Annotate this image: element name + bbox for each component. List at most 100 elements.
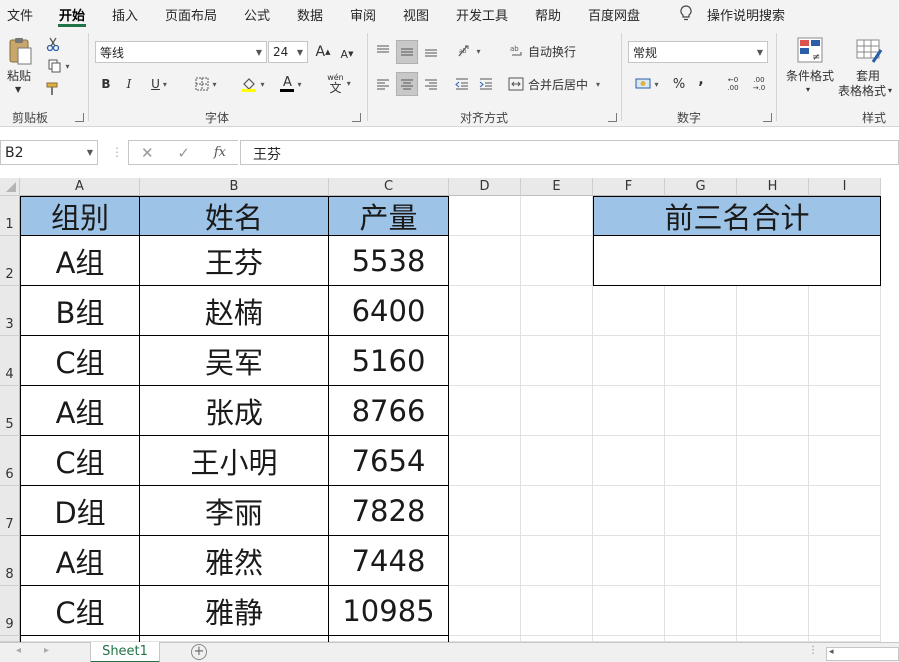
row-header-2[interactable]: 2: [0, 236, 20, 286]
summary-header[interactable]: 前三名合计: [593, 196, 881, 236]
row-header-6[interactable]: 6: [0, 436, 20, 486]
table-cell[interactable]: 7828: [329, 486, 449, 536]
insert-function-icon[interactable]: fx: [214, 145, 226, 160]
cell[interactable]: [737, 386, 809, 436]
cell[interactable]: [449, 286, 521, 336]
row-header-1[interactable]: 1: [0, 196, 20, 236]
column-header-h[interactable]: H: [737, 178, 809, 196]
paste-dropdown-caret[interactable]: ▼: [15, 83, 21, 97]
table-cell[interactable]: 赵楠: [140, 286, 329, 336]
cell[interactable]: [449, 236, 521, 286]
scroll-left-icon[interactable]: ◂: [16, 645, 21, 656]
cell[interactable]: [449, 386, 521, 436]
table-cell[interactable]: A组: [20, 386, 140, 436]
comma-style-button[interactable]: ,: [694, 69, 708, 91]
menu-formulas[interactable]: 公式: [244, 5, 270, 24]
align-middle-icon[interactable]: [396, 40, 418, 64]
clipboard-launcher-icon[interactable]: [75, 113, 84, 122]
menu-help[interactable]: 帮助: [535, 5, 561, 24]
increase-indent-icon[interactable]: [476, 73, 496, 95]
cut-icon[interactable]: [44, 36, 62, 52]
number-format-select[interactable]: 常规 ▼: [628, 41, 768, 63]
cell[interactable]: [665, 436, 737, 486]
table-cell[interactable]: C组: [20, 586, 140, 636]
cell[interactable]: [809, 486, 881, 536]
row-header-5[interactable]: 5: [0, 386, 20, 436]
cell[interactable]: [665, 336, 737, 386]
cell[interactable]: [737, 536, 809, 586]
cell[interactable]: [449, 196, 521, 236]
cell[interactable]: [809, 286, 881, 336]
cell[interactable]: [449, 536, 521, 586]
accounting-format-button[interactable]: ▾: [630, 73, 664, 95]
merge-center-button[interactable]: 合并后居中 ▾: [508, 73, 610, 95]
align-center-icon[interactable]: [396, 72, 418, 96]
table-cell[interactable]: 10985: [329, 586, 449, 636]
alignment-launcher-icon[interactable]: [608, 113, 617, 122]
cell[interactable]: [809, 336, 881, 386]
cell[interactable]: [593, 486, 665, 536]
cell[interactable]: [809, 436, 881, 486]
cell[interactable]: [521, 436, 593, 486]
menu-view[interactable]: 视图: [403, 5, 429, 24]
table-cell[interactable]: B组: [20, 286, 140, 336]
wrap-text-button[interactable]: ab 自动换行: [510, 40, 580, 62]
borders-button[interactable]: ▾: [190, 74, 222, 94]
cell[interactable]: [593, 536, 665, 586]
table-cell[interactable]: 6400: [329, 286, 449, 336]
table-cell[interactable]: 5538: [329, 236, 449, 286]
column-header-c[interactable]: C: [329, 178, 449, 196]
select-all-corner[interactable]: [0, 178, 20, 196]
conditional-formatting-label[interactable]: 条件格式: [786, 69, 834, 83]
align-left-icon[interactable]: [373, 73, 393, 95]
table-cell[interactable]: 张成: [140, 386, 329, 436]
decrease-decimal-button[interactable]: .00 →.0: [748, 73, 770, 95]
cell[interactable]: [521, 486, 593, 536]
orientation-button[interactable]: ab ▾: [452, 40, 486, 62]
chevron-down-icon[interactable]: ▾: [888, 84, 892, 98]
column-header-g[interactable]: G: [665, 178, 737, 196]
summary-value-cell[interactable]: [593, 236, 881, 286]
cell[interactable]: [665, 586, 737, 636]
fill-color-button[interactable]: ▾: [236, 74, 270, 94]
format-as-table-icon[interactable]: [854, 35, 884, 65]
table-cell[interactable]: 王芬: [140, 236, 329, 286]
row-header-8[interactable]: 8: [0, 536, 20, 586]
table-cell[interactable]: 李丽: [140, 486, 329, 536]
cell[interactable]: [665, 386, 737, 436]
format-as-table-label-line1[interactable]: 套用: [856, 69, 880, 83]
cell[interactable]: [809, 586, 881, 636]
format-as-table-label-line2[interactable]: 表格格式: [838, 84, 886, 98]
column-header-i[interactable]: I: [809, 178, 881, 196]
sheet-tab-sheet1[interactable]: Sheet1: [90, 642, 160, 662]
cell[interactable]: [809, 536, 881, 586]
table-cell[interactable]: C组: [20, 436, 140, 486]
header-name[interactable]: 姓名: [140, 196, 329, 236]
scroll-right-icon[interactable]: ▸: [44, 645, 49, 656]
cell[interactable]: [593, 386, 665, 436]
cell[interactable]: [737, 436, 809, 486]
cell[interactable]: [665, 286, 737, 336]
cell[interactable]: [521, 196, 593, 236]
table-cell[interactable]: 7654: [329, 436, 449, 486]
name-box[interactable]: B2 ▼: [0, 140, 98, 165]
header-group[interactable]: 组别: [20, 196, 140, 236]
cell[interactable]: [593, 586, 665, 636]
column-header-a[interactable]: A: [20, 178, 140, 196]
percent-style-button[interactable]: %: [670, 73, 688, 95]
cell[interactable]: [737, 336, 809, 386]
table-cell[interactable]: 5160: [329, 336, 449, 386]
row-header-3[interactable]: 3: [0, 286, 20, 336]
cell[interactable]: [521, 336, 593, 386]
cancel-icon[interactable]: ✕: [141, 144, 154, 162]
row-header-9[interactable]: 9: [0, 586, 20, 636]
formula-input[interactable]: 王芬: [240, 140, 899, 165]
format-painter-icon[interactable]: [44, 81, 62, 97]
tell-me-search[interactable]: 操作说明搜索: [707, 5, 785, 24]
column-header-e[interactable]: E: [521, 178, 593, 196]
menu-insert[interactable]: 插入: [112, 5, 138, 24]
decrease-font-size-button[interactable]: A ▼: [338, 44, 356, 64]
align-bottom-icon[interactable]: [421, 40, 441, 62]
font-launcher-icon[interactable]: [352, 113, 361, 122]
cell[interactable]: [593, 286, 665, 336]
